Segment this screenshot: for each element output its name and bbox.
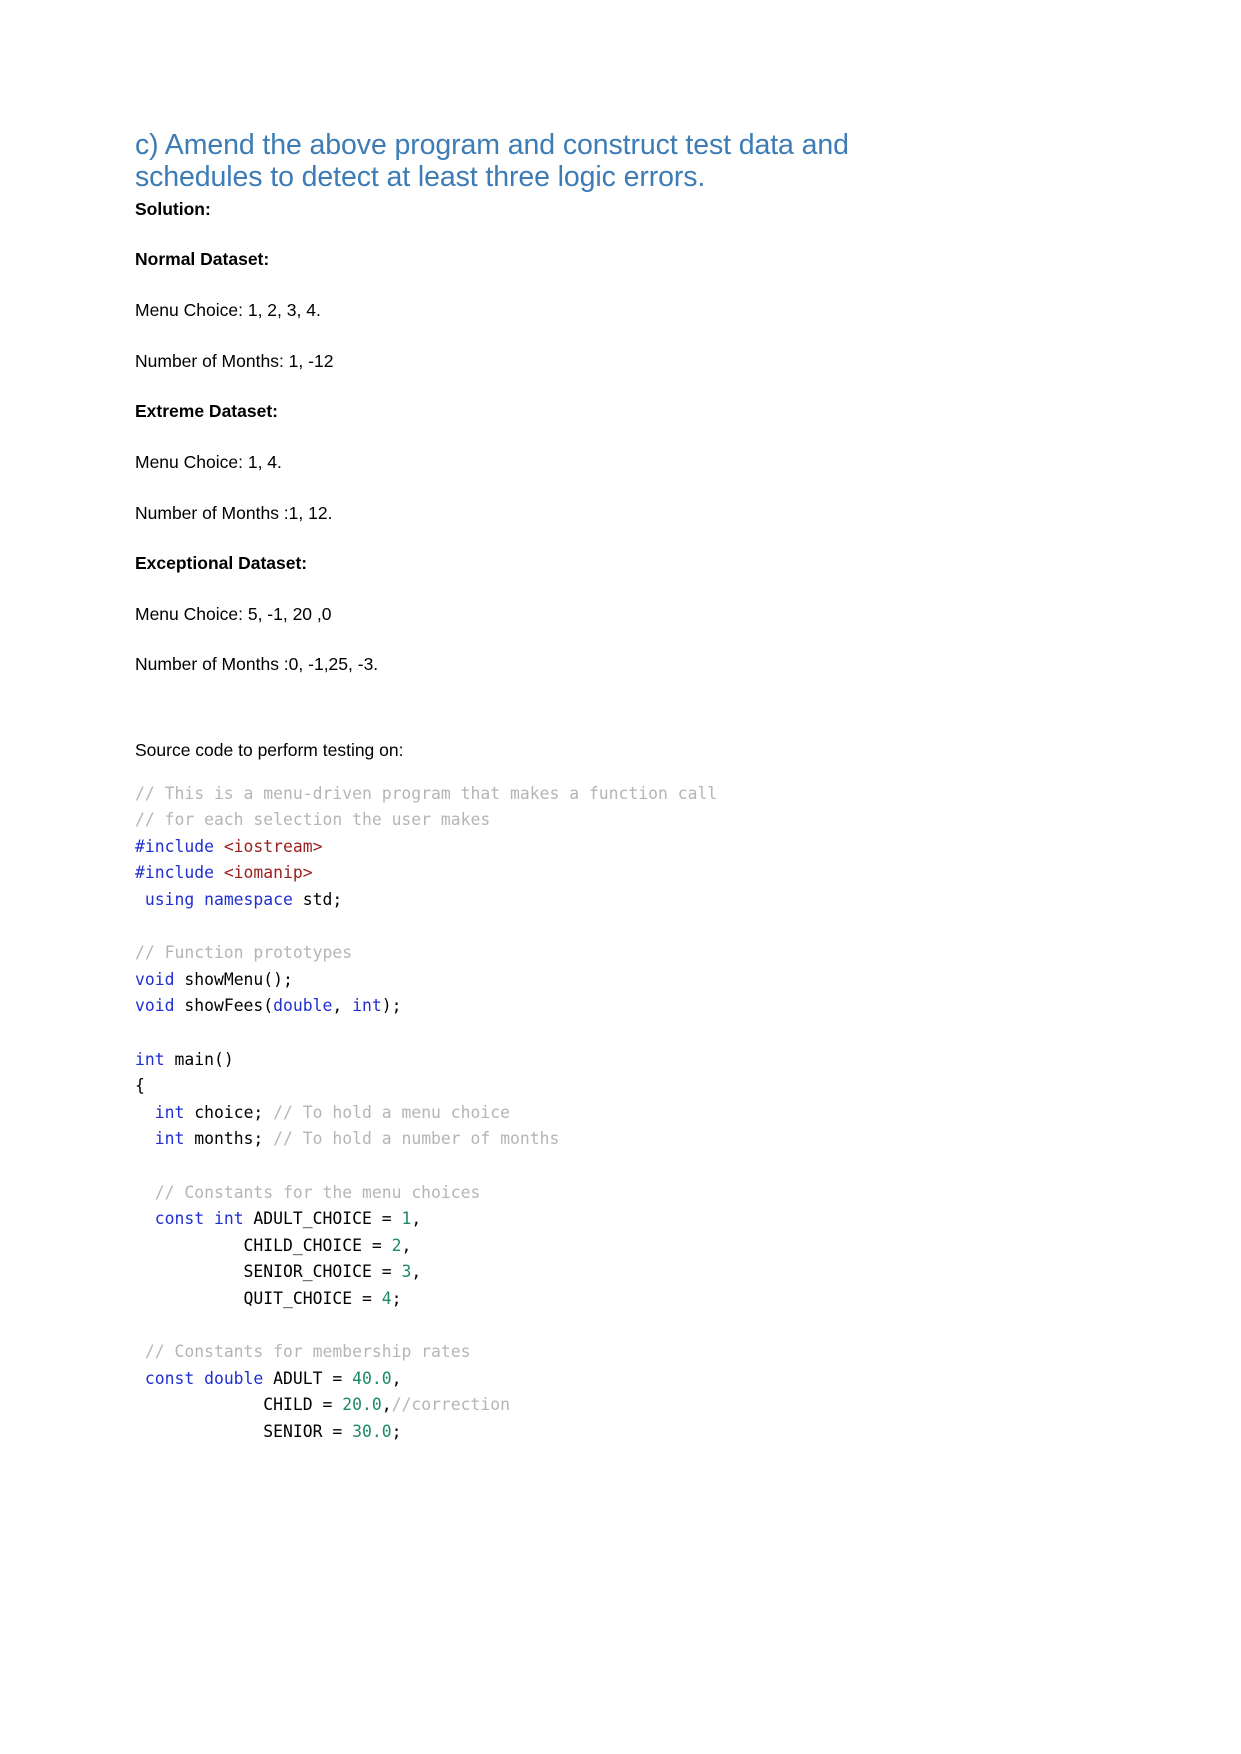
code-token: int (352, 996, 382, 1016)
code-token: { (135, 1076, 145, 1096)
document-page: c) Amend the above program and construct… (0, 0, 1241, 1754)
code-line: // This is a menu-driven program that ma… (135, 784, 717, 803)
code-token: CHILD_CHOICE = (135, 1235, 392, 1255)
code-token: // Constants for membership rates (144, 1342, 471, 1362)
code-token: CHILD = (135, 1395, 343, 1415)
code-line: SENIOR_CHOICE = 3, (135, 1262, 422, 1282)
code-token: void (135, 969, 175, 989)
code-token: int (135, 1049, 165, 1069)
code-line: CHILD_CHOICE = 2, (135, 1235, 412, 1255)
code-token: #include (135, 836, 224, 856)
code-token: <iomanip> (223, 863, 313, 883)
code-line: const double ADULT = 40.0, (135, 1368, 402, 1388)
code-token: showMenu(); (174, 969, 293, 989)
code-token: using namespace (144, 890, 293, 910)
code-token: 4 (381, 1288, 392, 1308)
code-token: void (135, 996, 175, 1016)
code-token: // This is a menu-driven program that ma… (135, 783, 718, 803)
code-token: ADULT = (263, 1368, 353, 1388)
code-token: <iostream> (223, 836, 323, 856)
code-line: SENIOR = 30.0; (135, 1422, 401, 1441)
code-token: main() (164, 1049, 234, 1069)
code-token: 40.0 (352, 1368, 392, 1388)
code-token: , (411, 1262, 422, 1282)
code-line: QUIT_CHOICE = 4; (135, 1288, 402, 1308)
code-token: showFees( (174, 996, 274, 1016)
code-token: const double (144, 1368, 264, 1388)
code-token: int (154, 1102, 185, 1122)
source-code-block: // This is a menu-driven program that ma… (135, 781, 1091, 1446)
code-token: SENIOR_CHOICE = (135, 1262, 402, 1282)
page-title: c) Amend the above program and construct… (135, 129, 849, 193)
code-token: ); (381, 996, 402, 1016)
code-token: // Function prototypes (135, 943, 353, 963)
code-token: std; (292, 890, 343, 910)
extreme-number-of-months: Number of Months :1, 12. (135, 502, 333, 523)
normal-number-of-months: Number of Months: 1, -12 (135, 350, 334, 371)
code-token: const int (154, 1209, 244, 1229)
section-title-extreme: Extreme Dataset: (135, 401, 278, 422)
code-token: 2 (391, 1235, 402, 1255)
code-token: // To hold a menu choice (273, 1102, 511, 1122)
code-line: const int ADULT_CHOICE = 1, (135, 1209, 421, 1228)
code-token: 3 (401, 1262, 412, 1282)
code-token: //correction (391, 1395, 511, 1415)
code-line: #include <iomanip> (135, 863, 313, 882)
code-token: // for each selection the user makes (135, 810, 491, 830)
code-line: { (135, 1076, 145, 1095)
code-line: #include <iostream> (135, 837, 323, 856)
code-token: months; (184, 1129, 274, 1149)
code-line: using namespace std; (135, 890, 342, 909)
code-token: , (332, 996, 353, 1016)
code-token: QUIT_CHOICE = (135, 1288, 382, 1308)
code-token: ; (391, 1288, 402, 1308)
code-token: 1 (401, 1209, 412, 1229)
code-line: // Constants for membership rates (135, 1342, 471, 1361)
code-token: SENIOR = (135, 1421, 353, 1441)
code-token: 20.0 (342, 1395, 382, 1415)
exceptional-number-of-months: Number of Months :0, -1,25, -3. (135, 654, 379, 675)
extreme-menu-choice: Menu Choice: 1, 4. (135, 451, 282, 472)
code-token: // Constants for the menu choices (154, 1182, 481, 1202)
code-token: ADULT_CHOICE = (243, 1209, 402, 1229)
normal-menu-choice: Menu Choice: 1, 2, 3, 4. (135, 300, 321, 321)
code-line: // for each selection the user makes (135, 810, 490, 829)
code-token: 30.0 (352, 1421, 392, 1441)
code-line: // Constants for the menu choices (135, 1182, 481, 1202)
code-line: CHILD = 20.0,//correction (135, 1395, 510, 1414)
code-token: #include (135, 863, 224, 883)
exceptional-menu-choice: Menu Choice: 5, -1, 20 ,0 (135, 603, 332, 624)
code-token: choice; (184, 1102, 274, 1122)
solution-label: Solution: (135, 198, 211, 219)
code-line: // Function prototypes (135, 943, 352, 962)
code-token: double (273, 996, 333, 1016)
code-line: int months; // To hold a number of month… (135, 1129, 560, 1149)
code-token: int (154, 1129, 185, 1149)
code-line: int main() (135, 1050, 234, 1069)
code-line: void showMenu(); (135, 970, 293, 989)
code-token: , (381, 1395, 392, 1415)
code-token: , (411, 1209, 422, 1229)
code-token: , (401, 1235, 412, 1255)
code-line: int choice; // To hold a menu choice (135, 1103, 510, 1122)
code-line: void showFees(double, int); (135, 996, 402, 1015)
code-token: , (391, 1368, 402, 1388)
section-title-normal: Normal Dataset: (135, 249, 270, 270)
code-token: // To hold a number of months (273, 1129, 560, 1149)
section-title-exceptional: Exceptional Dataset: (135, 553, 308, 574)
code-token: ; (391, 1421, 402, 1441)
source-code-caption: Source code to perform testing on: (135, 740, 404, 761)
